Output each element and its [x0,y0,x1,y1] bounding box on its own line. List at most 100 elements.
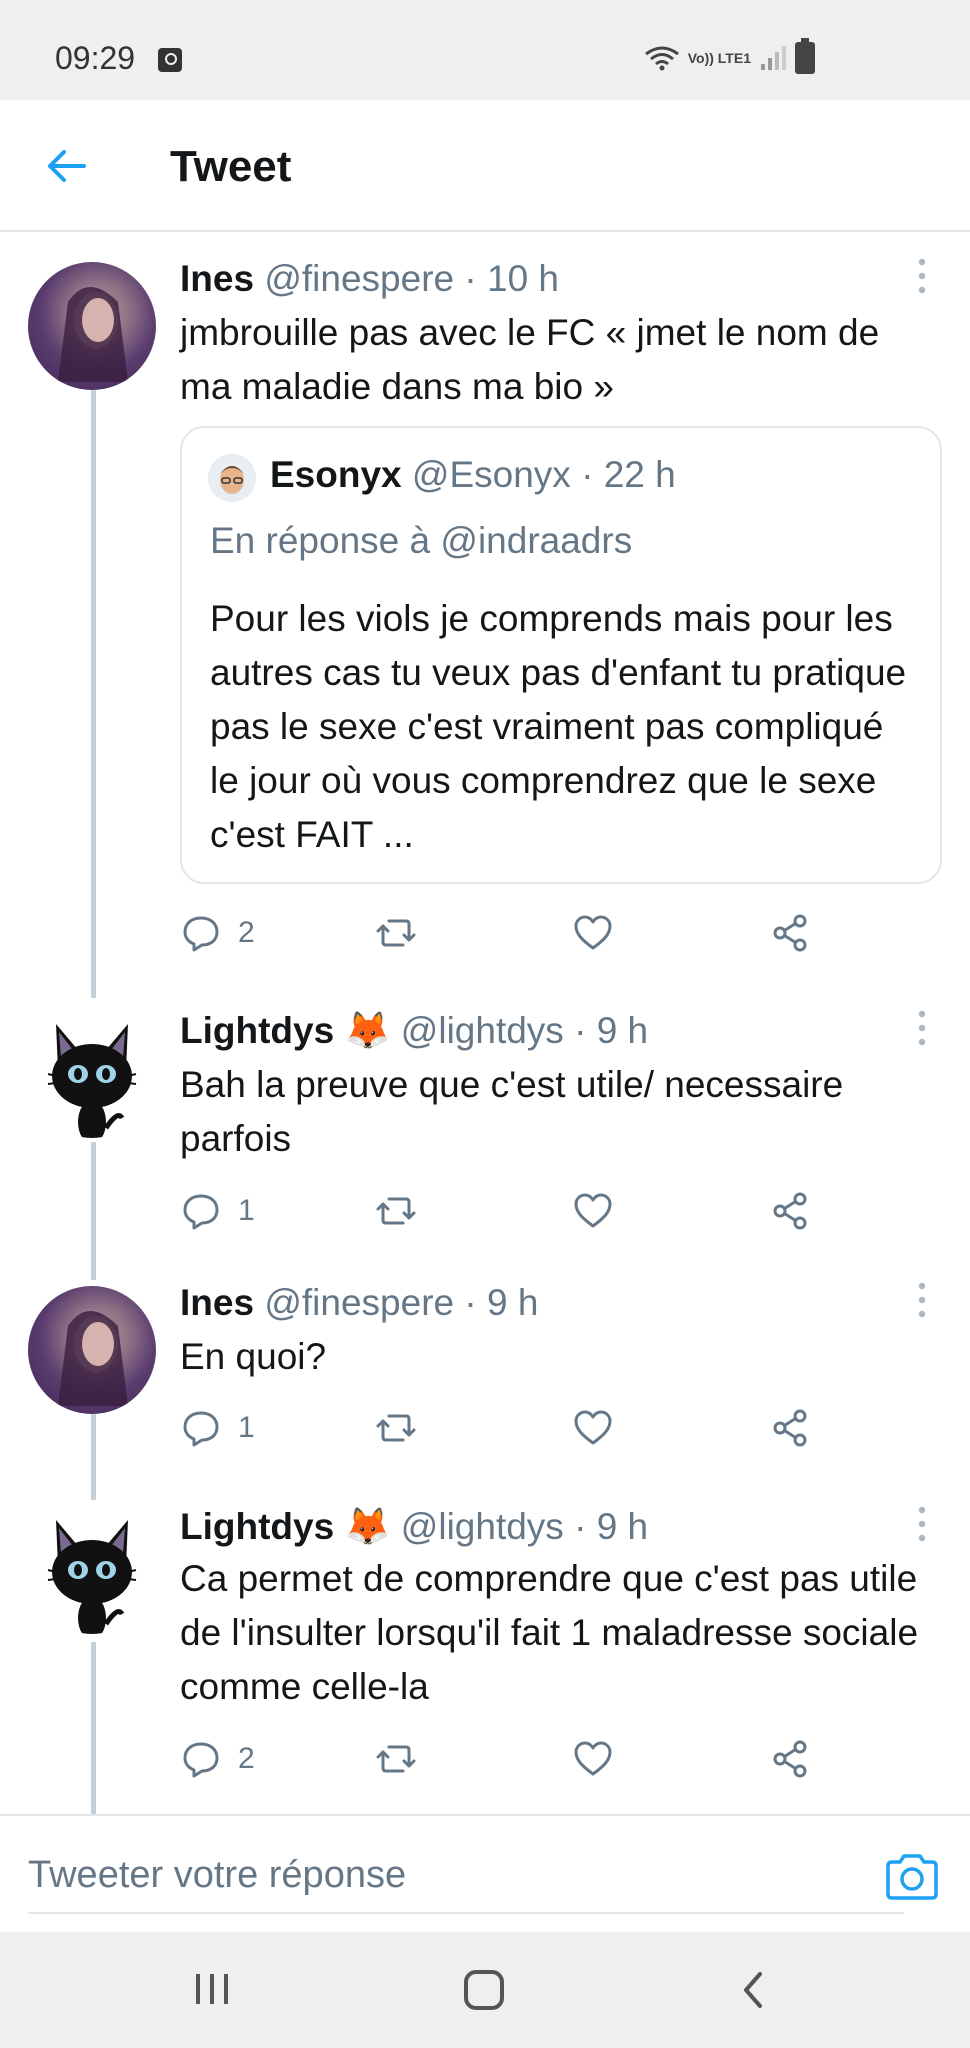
timestamp: 10 h [487,258,560,299]
like-button[interactable] [572,908,614,958]
camera-icon[interactable] [884,1852,940,1902]
home-icon[interactable] [464,1970,504,2010]
reply-button[interactable]: 1 [180,1403,255,1453]
tweet-header: Ines @finespere · 10 h [180,258,559,300]
app-header: Tweet [0,100,970,232]
signal-icon [761,46,786,70]
avatar[interactable] [28,1506,156,1634]
avatar[interactable] [28,1286,156,1414]
quote-author-handle: @Esonyx [411,454,571,495]
retweet-button[interactable] [375,908,417,958]
quote-text: Pour les viols je comprends mais pour le… [210,598,907,855]
reply-icon [183,916,219,952]
reply-count: 2 [238,1742,255,1775]
share-icon [773,1192,807,1230]
nav-back-icon[interactable] [738,1970,768,2010]
like-button[interactable] [572,1186,614,1236]
share-button[interactable] [770,908,812,958]
tweet-text: Ca permet de comprendre que c'est pas ut… [180,1558,919,1707]
reply-icon [183,1194,219,1230]
share-button[interactable] [770,1734,812,1784]
reply-count: 2 [238,916,255,949]
reply-bar [0,1814,970,1932]
status-icons: Vo)) LTE1 [644,38,815,74]
network-label: Vo)) LTE1 [687,50,751,66]
avatar-image [58,287,128,382]
heart-icon [574,915,612,950]
more-options-icon[interactable] [914,1504,930,1544]
tweet-header: Ines @finespere · 9 h [180,1282,538,1324]
author-handle[interactable]: @lightdys [401,1010,564,1051]
timestamp: 9 h [596,1506,649,1547]
retweet-icon [376,1745,416,1773]
timestamp: 9 h [487,1282,539,1323]
retweet-icon [376,1197,416,1225]
alarm-icon [158,48,182,72]
more-options-icon[interactable] [914,1008,930,1048]
system-nav-bar [0,1932,970,2048]
author-name[interactable]: Lightdys 🦊 [180,1506,391,1547]
avatar-image [58,1311,128,1406]
author-handle[interactable]: @finespere [264,258,454,299]
tweet-text: jmbrouille pas avec le FC « jmet le nom … [180,312,880,407]
reply-button[interactable]: 2 [180,908,255,958]
share-icon [773,914,807,952]
wifi-icon [644,46,679,71]
tweet-text: En quoi? [180,1336,327,1377]
thread-line [91,1142,96,1280]
tweet-text: Bah la preuve que c'est utile/ necessair… [180,1064,844,1159]
separator: · [574,1506,587,1547]
retweet-button[interactable] [375,1403,417,1453]
author-handle[interactable]: @lightdys [401,1506,564,1547]
thread-line [91,390,96,998]
quote-header: Esonyx @Esonyx · 22 h [270,454,676,496]
back-arrow-icon[interactable] [40,140,92,192]
retweet-button[interactable] [375,1186,417,1236]
author-handle[interactable]: @finespere [264,1282,454,1323]
share-icon [773,1740,807,1778]
thread-line [91,1642,96,1814]
quote-timestamp: 22 h [603,454,676,495]
more-options-icon[interactable] [914,256,930,296]
avatar[interactable] [28,1010,156,1138]
avatar[interactable] [28,262,156,390]
tweet-header: Lightdys 🦊 @lightdys · 9 h [180,1010,648,1053]
tweet-actions: 2 [180,1734,860,1784]
tweet-actions: 1 [180,1186,860,1236]
reply-icon [183,1742,219,1778]
reply-count: 1 [238,1411,255,1444]
share-icon [773,1409,807,1447]
separator: · [581,454,594,495]
retweet-button[interactable] [375,1734,417,1784]
reply-button[interactable]: 1 [180,1186,255,1236]
heart-icon [574,1410,612,1445]
quoted-tweet[interactable]: Esonyx @Esonyx · 22 h En réponse à @indr… [180,426,942,884]
tweet-actions: 1 [180,1403,860,1453]
reply-button[interactable]: 2 [180,1734,255,1784]
share-button[interactable] [770,1403,812,1453]
separator: · [464,1282,477,1323]
heart-icon [574,1193,612,1228]
heart-icon [574,1741,612,1776]
status-bar: 09:29 Vo)) LTE1 [0,0,970,100]
more-options-icon[interactable] [914,1280,930,1320]
share-button[interactable] [770,1186,812,1236]
retweet-icon [376,1414,416,1442]
quote-author-name: Esonyx [270,454,402,495]
author-name[interactable]: Ines [180,1282,254,1323]
author-name[interactable]: Lightdys 🦊 [180,1010,391,1051]
separator: · [464,258,477,299]
like-button[interactable] [572,1403,614,1453]
battery-icon [795,38,815,74]
like-button[interactable] [572,1734,614,1784]
reply-input[interactable] [28,1838,904,1914]
timestamp: 9 h [596,1010,649,1051]
author-name[interactable]: Ines [180,258,254,299]
thread-line [91,1414,96,1500]
tweet-header: Lightdys 🦊 @lightdys · 9 h [180,1506,648,1549]
page-title: Tweet [170,142,292,191]
cat-avatar-image [47,1024,137,1138]
reply-icon [183,1411,219,1447]
recent-apps-icon[interactable] [192,1972,232,2006]
status-time: 09:29 [55,40,136,76]
